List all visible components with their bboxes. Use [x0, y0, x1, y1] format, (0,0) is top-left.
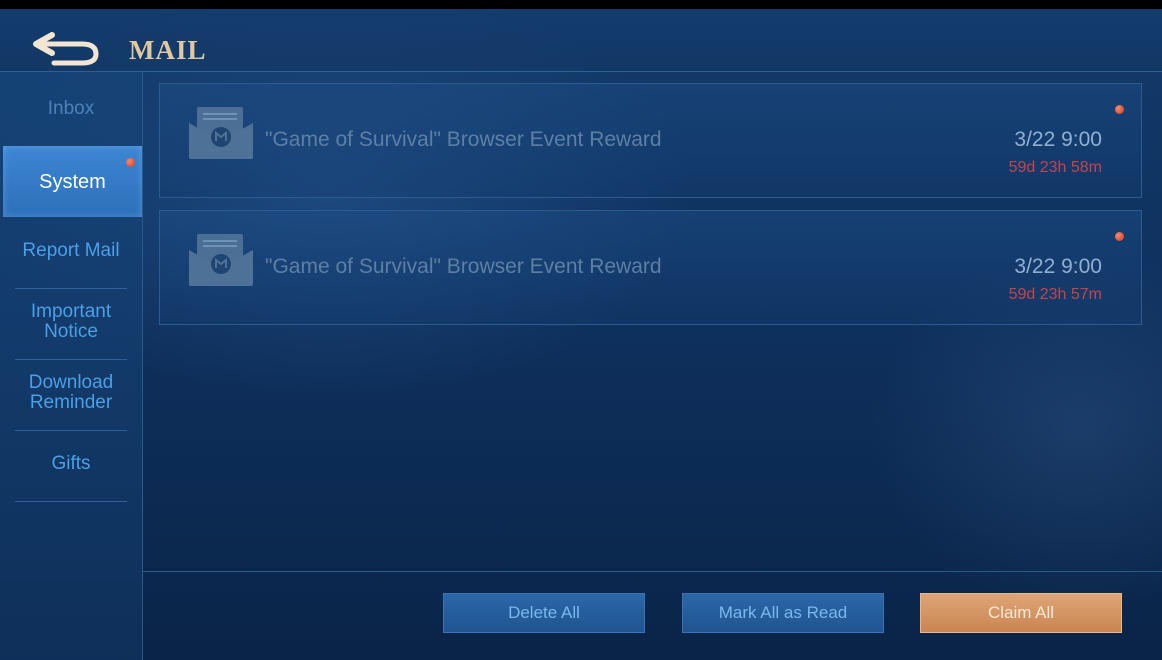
unread-dot	[126, 158, 135, 167]
divider	[142, 571, 1162, 572]
claim-all-button[interactable]: Claim All	[920, 593, 1122, 633]
sidebar-item-gifts[interactable]: Gifts	[15, 454, 127, 474]
mail-remaining-time: 59d 23h 57m	[1008, 286, 1102, 303]
mail-title: "Game of Survival" Browser Event Reward	[265, 255, 662, 278]
page-title: MAIL	[129, 35, 207, 65]
unread-dot	[1115, 232, 1124, 241]
mail-item[interactable]: "Game of Survival" Browser Event Reward …	[159, 210, 1142, 325]
mail-title: "Game of Survival" Browser Event Reward	[265, 128, 662, 151]
delete-all-button[interactable]: Delete All	[443, 593, 645, 633]
back-arrow-icon	[33, 32, 99, 66]
divider	[15, 430, 127, 431]
sidebar-item-label: Notice	[44, 321, 98, 342]
envelope-icon	[189, 234, 253, 286]
back-button[interactable]	[30, 29, 102, 69]
sidebar-item-download-reminder[interactable]: Download Reminder	[15, 373, 127, 413]
mail-item[interactable]: "Game of Survival" Browser Event Reward …	[159, 83, 1142, 198]
mail-time: 3/22 9:00	[1014, 128, 1102, 151]
divider	[15, 359, 127, 360]
sidebar-item-label: Important	[30, 301, 112, 322]
sidebar-item-label: Reminder	[29, 392, 113, 413]
sidebar-item-report-mail[interactable]: Report Mail	[15, 241, 127, 261]
sidebar-item-label: Download	[28, 372, 114, 393]
divider	[15, 501, 127, 502]
divider	[15, 288, 127, 289]
mail-time: 3/22 9:00	[1014, 255, 1102, 278]
sidebar-item-important-notice[interactable]: Important Notice	[15, 302, 127, 342]
top-border	[0, 0, 1162, 9]
sidebar-item-inbox[interactable]: Inbox	[15, 99, 127, 119]
header: MAIL	[0, 9, 1162, 72]
mail-remaining-time: 59d 23h 58m	[1008, 159, 1102, 176]
sidebar: Inbox System Report Mail Important Notic…	[0, 72, 143, 660]
sidebar-item-system[interactable]: System	[3, 146, 142, 217]
unread-dot	[1115, 105, 1124, 114]
sidebar-item-label: System	[39, 171, 106, 193]
envelope-icon	[189, 107, 253, 159]
mark-all-read-button[interactable]: Mark All as Read	[682, 593, 884, 633]
